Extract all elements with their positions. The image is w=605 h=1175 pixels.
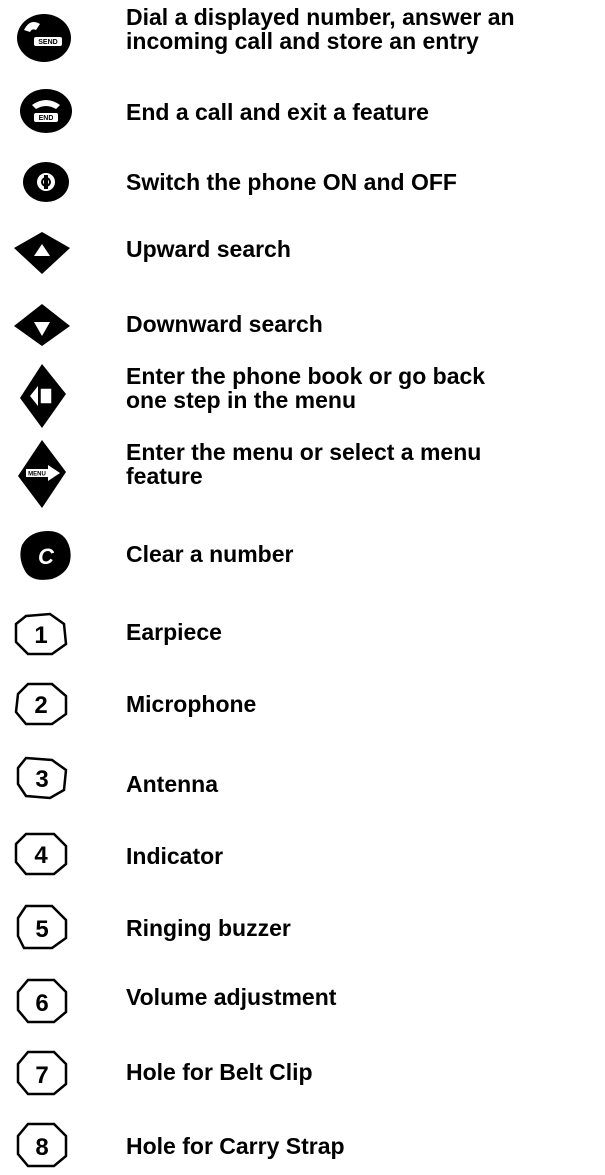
legend-item-belt-clip: 7 Hole for Belt Clip (0, 1034, 605, 1106)
legend-text-line: Microphone (126, 691, 257, 717)
legend-item-carry-strap: 8 Hole for Carry Strap (0, 1106, 605, 1175)
clear-key-icon: C (0, 527, 100, 583)
callout-number: 7 (35, 1062, 48, 1089)
svg-text:END: END (39, 115, 54, 122)
power-key-icon (0, 158, 100, 208)
legend-item-clear: C Clear a number (0, 518, 605, 592)
callout-2-icon: 2 (0, 680, 100, 726)
legend-text-line: Dial a displayed number, answer an (126, 4, 515, 30)
callout-4-icon: 4 (0, 830, 100, 876)
legend-item-up: Upward search (0, 220, 605, 286)
end-key-icon: END (0, 83, 100, 139)
legend-text-line: Volume adjustment (126, 984, 337, 1010)
send-key-icon: SEND (0, 8, 100, 68)
legend-item-down: Downward search (0, 290, 605, 356)
callout-7-icon: 7 (0, 1048, 100, 1098)
legend-text-line: Downward search (126, 311, 323, 337)
legend-text-line: Upward search (126, 236, 291, 262)
callout-number: 5 (35, 916, 48, 943)
down-key-icon (0, 300, 100, 350)
legend-text-line: Ringing buzzer (126, 915, 291, 941)
legend-item-earpiece: 1 Earpiece (0, 600, 605, 666)
legend-text-line: Enter the menu or select a menu (126, 439, 482, 465)
svg-text:MENU: MENU (28, 472, 46, 478)
phonebook-key-icon (0, 360, 100, 432)
legend-text-line: Hole for Belt Clip (126, 1059, 313, 1085)
legend-item-antenna: 3 Antenna (0, 742, 605, 816)
callout-number: 4 (34, 842, 48, 869)
legend-item-menu: MENU Enter the menu or select a menu fea… (0, 432, 605, 516)
callout-8-icon: 8 (0, 1120, 100, 1170)
callout-6-icon: 6 (0, 976, 100, 1026)
legend-text-line: End a call and exit a feature (126, 99, 429, 125)
legend-text-line: Switch the phone ON and OFF (126, 169, 457, 195)
up-key-icon (0, 228, 100, 278)
callout-number: 6 (35, 990, 48, 1017)
callout-number: 2 (34, 692, 47, 719)
legend-text-line: Enter the phone book or go back (126, 363, 486, 389)
legend-text-line: one step in the menu (126, 387, 357, 413)
callout-number: 8 (35, 1134, 48, 1161)
legend-text-line: Clear a number (126, 541, 294, 567)
legend-item-microphone: 2 Microphone (0, 666, 605, 742)
legend-item-send: SEND Dial a displayed number, answer an … (0, 0, 605, 74)
legend-text-line: Earpiece (126, 619, 222, 645)
legend-item-indicator: 4 Indicator (0, 816, 605, 890)
callout-3-icon: 3 (0, 754, 100, 800)
legend-item-end: END End a call and exit a feature (0, 80, 605, 150)
legend-text-line: incoming call and store an entry (126, 28, 479, 54)
callout-5-icon: 5 (0, 902, 100, 952)
callout-1-icon: 1 (0, 610, 100, 656)
legend-text-line: Indicator (126, 843, 224, 869)
svg-text:SEND: SEND (38, 39, 57, 46)
legend-item-power: Switch the phone ON and OFF (0, 150, 605, 218)
svg-text:C: C (38, 544, 55, 569)
legend-text-line: feature (126, 463, 203, 489)
menu-key-icon: MENU (0, 436, 100, 512)
callout-number: 1 (34, 622, 47, 649)
legend-item-volume: 6 Volume adjustment (0, 962, 605, 1034)
legend-text-line: Antenna (126, 771, 218, 797)
legend-text-line: Hole for Carry Strap (126, 1133, 345, 1159)
callout-number: 3 (35, 766, 48, 793)
legend-item-ringing-buzzer: 5 Ringing buzzer (0, 890, 605, 962)
legend-item-phonebook: Enter the phone book or go back one step… (0, 360, 605, 432)
